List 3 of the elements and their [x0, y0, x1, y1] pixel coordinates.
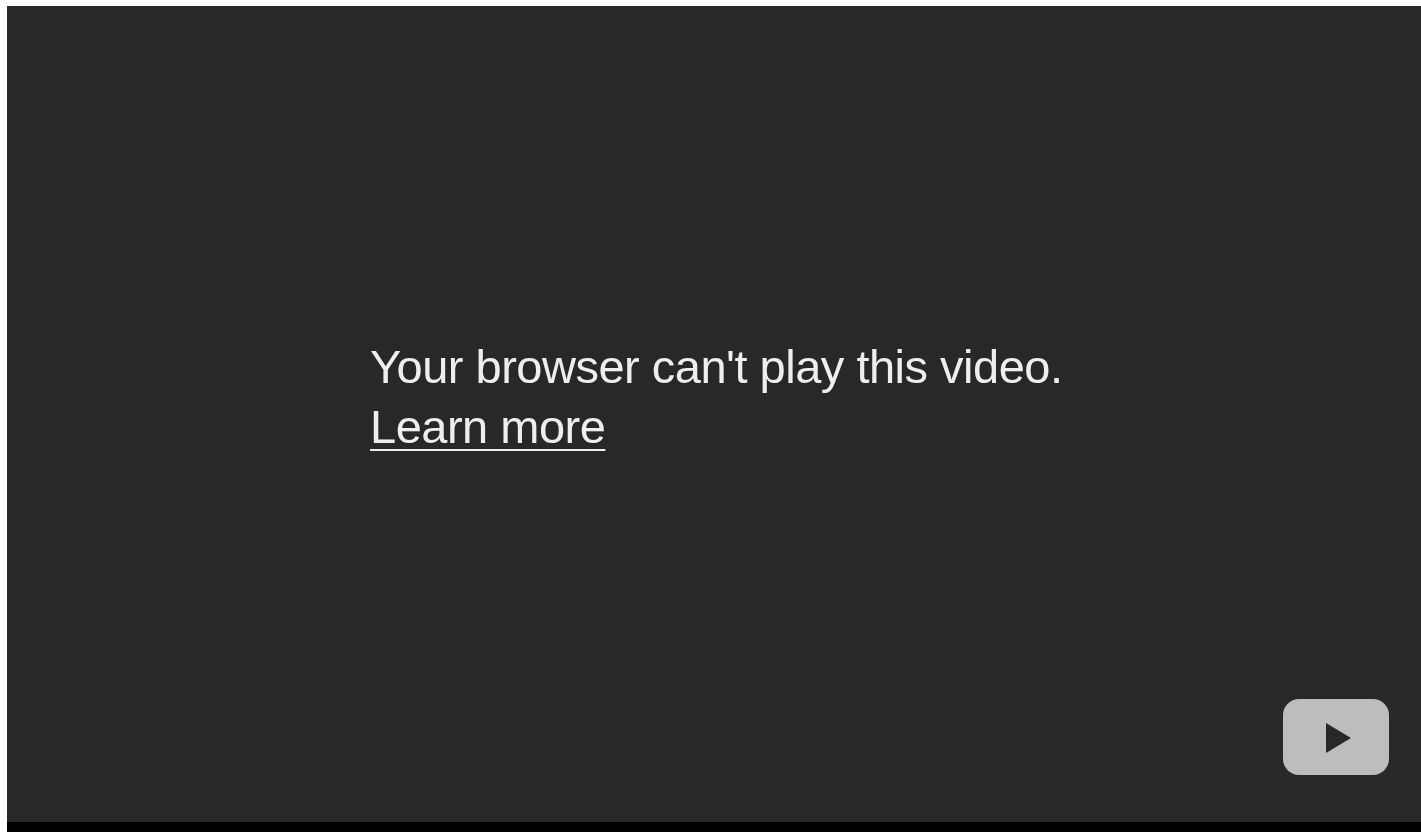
learn-more-link[interactable]: Learn more — [370, 398, 606, 456]
error-message: Your browser can't play this video. — [370, 339, 1064, 395]
play-logo-icon[interactable] — [1283, 699, 1389, 775]
